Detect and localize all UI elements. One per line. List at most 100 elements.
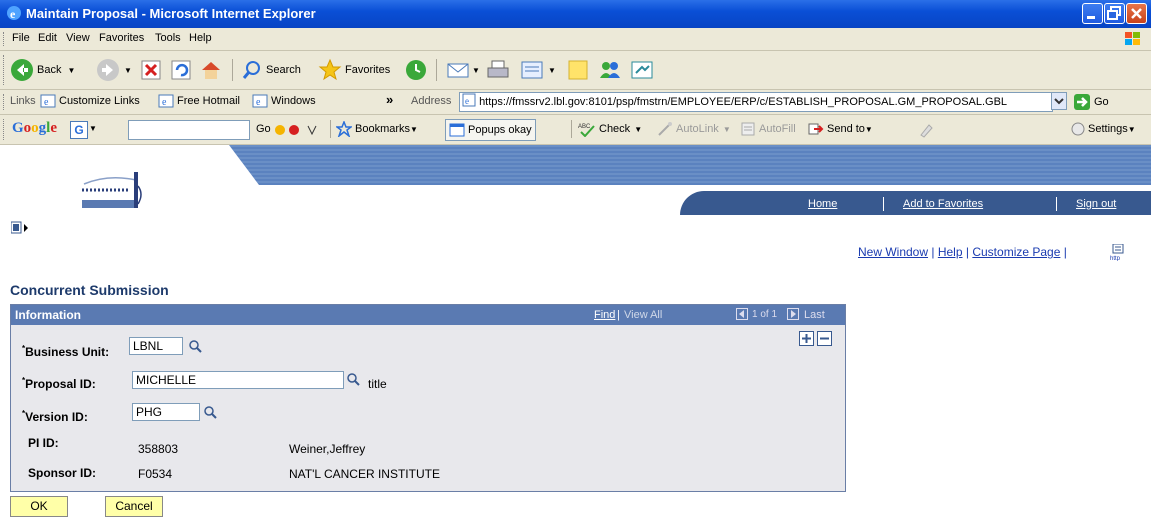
proposal-id-input[interactable]: MICHELLE [132,371,344,389]
google-tool-icons[interactable] [274,122,320,138]
svg-text:e: e [44,97,49,108]
bookmarks-button[interactable]: Bookmarks ▼ [336,121,418,137]
proposal-id-label: *Proposal ID: [22,376,96,391]
ie-page-icon: e [158,94,174,108]
favorites-button[interactable]: Favorites [318,57,390,83]
back-button[interactable]: Back ▼ [10,57,75,83]
search-button[interactable]: Search [241,57,301,83]
link-free-hotmail[interactable]: e Free Hotmail [158,93,240,109]
menu-edit[interactable]: Edit [38,32,57,44]
print-button[interactable] [486,57,510,83]
version-id-input[interactable]: PHG [132,403,200,421]
links-chevron[interactable]: » [386,92,393,107]
popups-okay-button[interactable]: Popups okay [445,119,536,141]
chevron-down-icon: ▼ [472,65,480,75]
http-link-icon[interactable]: http [1110,244,1126,261]
view-all-link[interactable]: View All [624,309,662,321]
restore-icon [1107,6,1121,20]
highlighter-icon[interactable] [918,122,934,138]
research-icon [631,61,653,79]
search-icon[interactable] [188,339,202,353]
toolbar-grip [3,119,6,140]
popup-window-icon [449,123,465,137]
toolbar-separator [436,59,437,81]
autofill-form-icon [741,122,755,136]
minimize-button[interactable] [1082,3,1103,24]
business-unit-label: *Business Unit: [22,344,110,359]
history-icon [406,60,426,80]
business-unit-input[interactable]: LBNL [129,337,183,355]
search-icon[interactable] [346,372,360,386]
autolink-button[interactable]: AutoLink ▼ [657,121,731,137]
mail-icon [447,63,469,78]
address-input[interactable]: e https://fmssrv2.lbl.gov:8101/psp/fmstr… [459,92,1053,112]
chevron-down-icon[interactable]: ▼ [89,124,97,133]
history-button[interactable] [404,57,428,83]
mail-button[interactable]: ▼ [446,57,480,83]
svg-text:e: e [10,7,16,21]
add-row-button[interactable] [799,331,814,346]
search-icon[interactable] [203,405,217,419]
google-go-button[interactable]: Go [256,123,271,135]
research-button[interactable] [630,57,654,83]
star-icon [318,58,342,81]
nav-separator [883,197,884,211]
first-page-icon[interactable] [736,308,748,320]
close-icon [1131,8,1142,19]
sign-out-link[interactable]: Sign out [1076,198,1116,210]
address-dropdown-button[interactable] [1051,92,1067,110]
information-box-header: Information Find | View All 1 of 1 Last [11,305,845,325]
maximize-button[interactable] [1104,3,1125,24]
google-logo[interactable]: Google [12,120,57,137]
ok-button[interactable]: OK [10,496,68,517]
next-page-icon[interactable] [787,308,799,320]
information-box: Information Find | View All 1 of 1 Last … [10,304,846,492]
close-button[interactable] [1126,3,1147,24]
ie-page-icon: e [40,94,56,108]
cancel-button[interactable]: Cancel [105,496,163,517]
page-title: Concurrent Submission [10,282,169,298]
chevron-down-icon: ▼ [1127,124,1136,134]
link-label: Customize Links [59,95,140,107]
forward-button[interactable]: ▼ [96,57,132,83]
autofill-button[interactable]: AutoFill [740,121,796,137]
spell-check-button[interactable]: ABC Check ▼ [578,121,642,137]
add-to-favorites-link[interactable]: Add to Favorites [903,198,983,210]
ie-page-icon: e [252,94,268,108]
discuss-button[interactable] [566,57,590,83]
messenger-button[interactable] [598,57,622,83]
link-windows[interactable]: e Windows [252,93,316,109]
menu-view[interactable]: View [66,32,90,44]
stop-button[interactable] [140,57,162,83]
chevron-down-icon: ▼ [722,124,731,134]
home-icon [202,62,220,79]
menu-file[interactable]: File [12,32,30,44]
settings-button[interactable]: Settings ▼ [1071,122,1136,136]
star-outline-icon [336,121,352,137]
google-search-input[interactable] [128,120,250,140]
google-g-icon[interactable]: G [70,121,88,139]
autolink-label: AutoLink [676,123,719,135]
last-link[interactable]: Last [804,309,825,321]
header-separator: | [617,309,620,321]
menu-tools[interactable]: Tools [155,32,181,44]
pagebar-toggle[interactable] [11,221,29,235]
send-to-button[interactable]: Send to ▼ [808,121,873,137]
edit-button[interactable]: ▼ [520,57,556,83]
home-button[interactable] [200,57,222,83]
find-link[interactable]: Find [594,309,615,321]
menu-favorites[interactable]: Favorites [99,32,144,44]
delete-row-button[interactable] [817,331,832,346]
menu-help[interactable]: Help [189,32,212,44]
home-link[interactable]: Home [808,198,837,210]
customize-page-link[interactable]: Customize Page [972,245,1060,259]
chevron-down-icon: ▼ [67,65,76,75]
go-button[interactable]: Go [1073,93,1109,111]
new-window-link[interactable]: New Window [858,245,928,259]
link-separator: | [931,245,935,259]
refresh-button[interactable] [170,57,192,83]
paging-counter: 1 of 1 [752,309,778,320]
settings-radio-icon [1071,122,1085,136]
link-customize-links[interactable]: e Customize Links [40,93,140,109]
help-link[interactable]: Help [938,245,963,259]
